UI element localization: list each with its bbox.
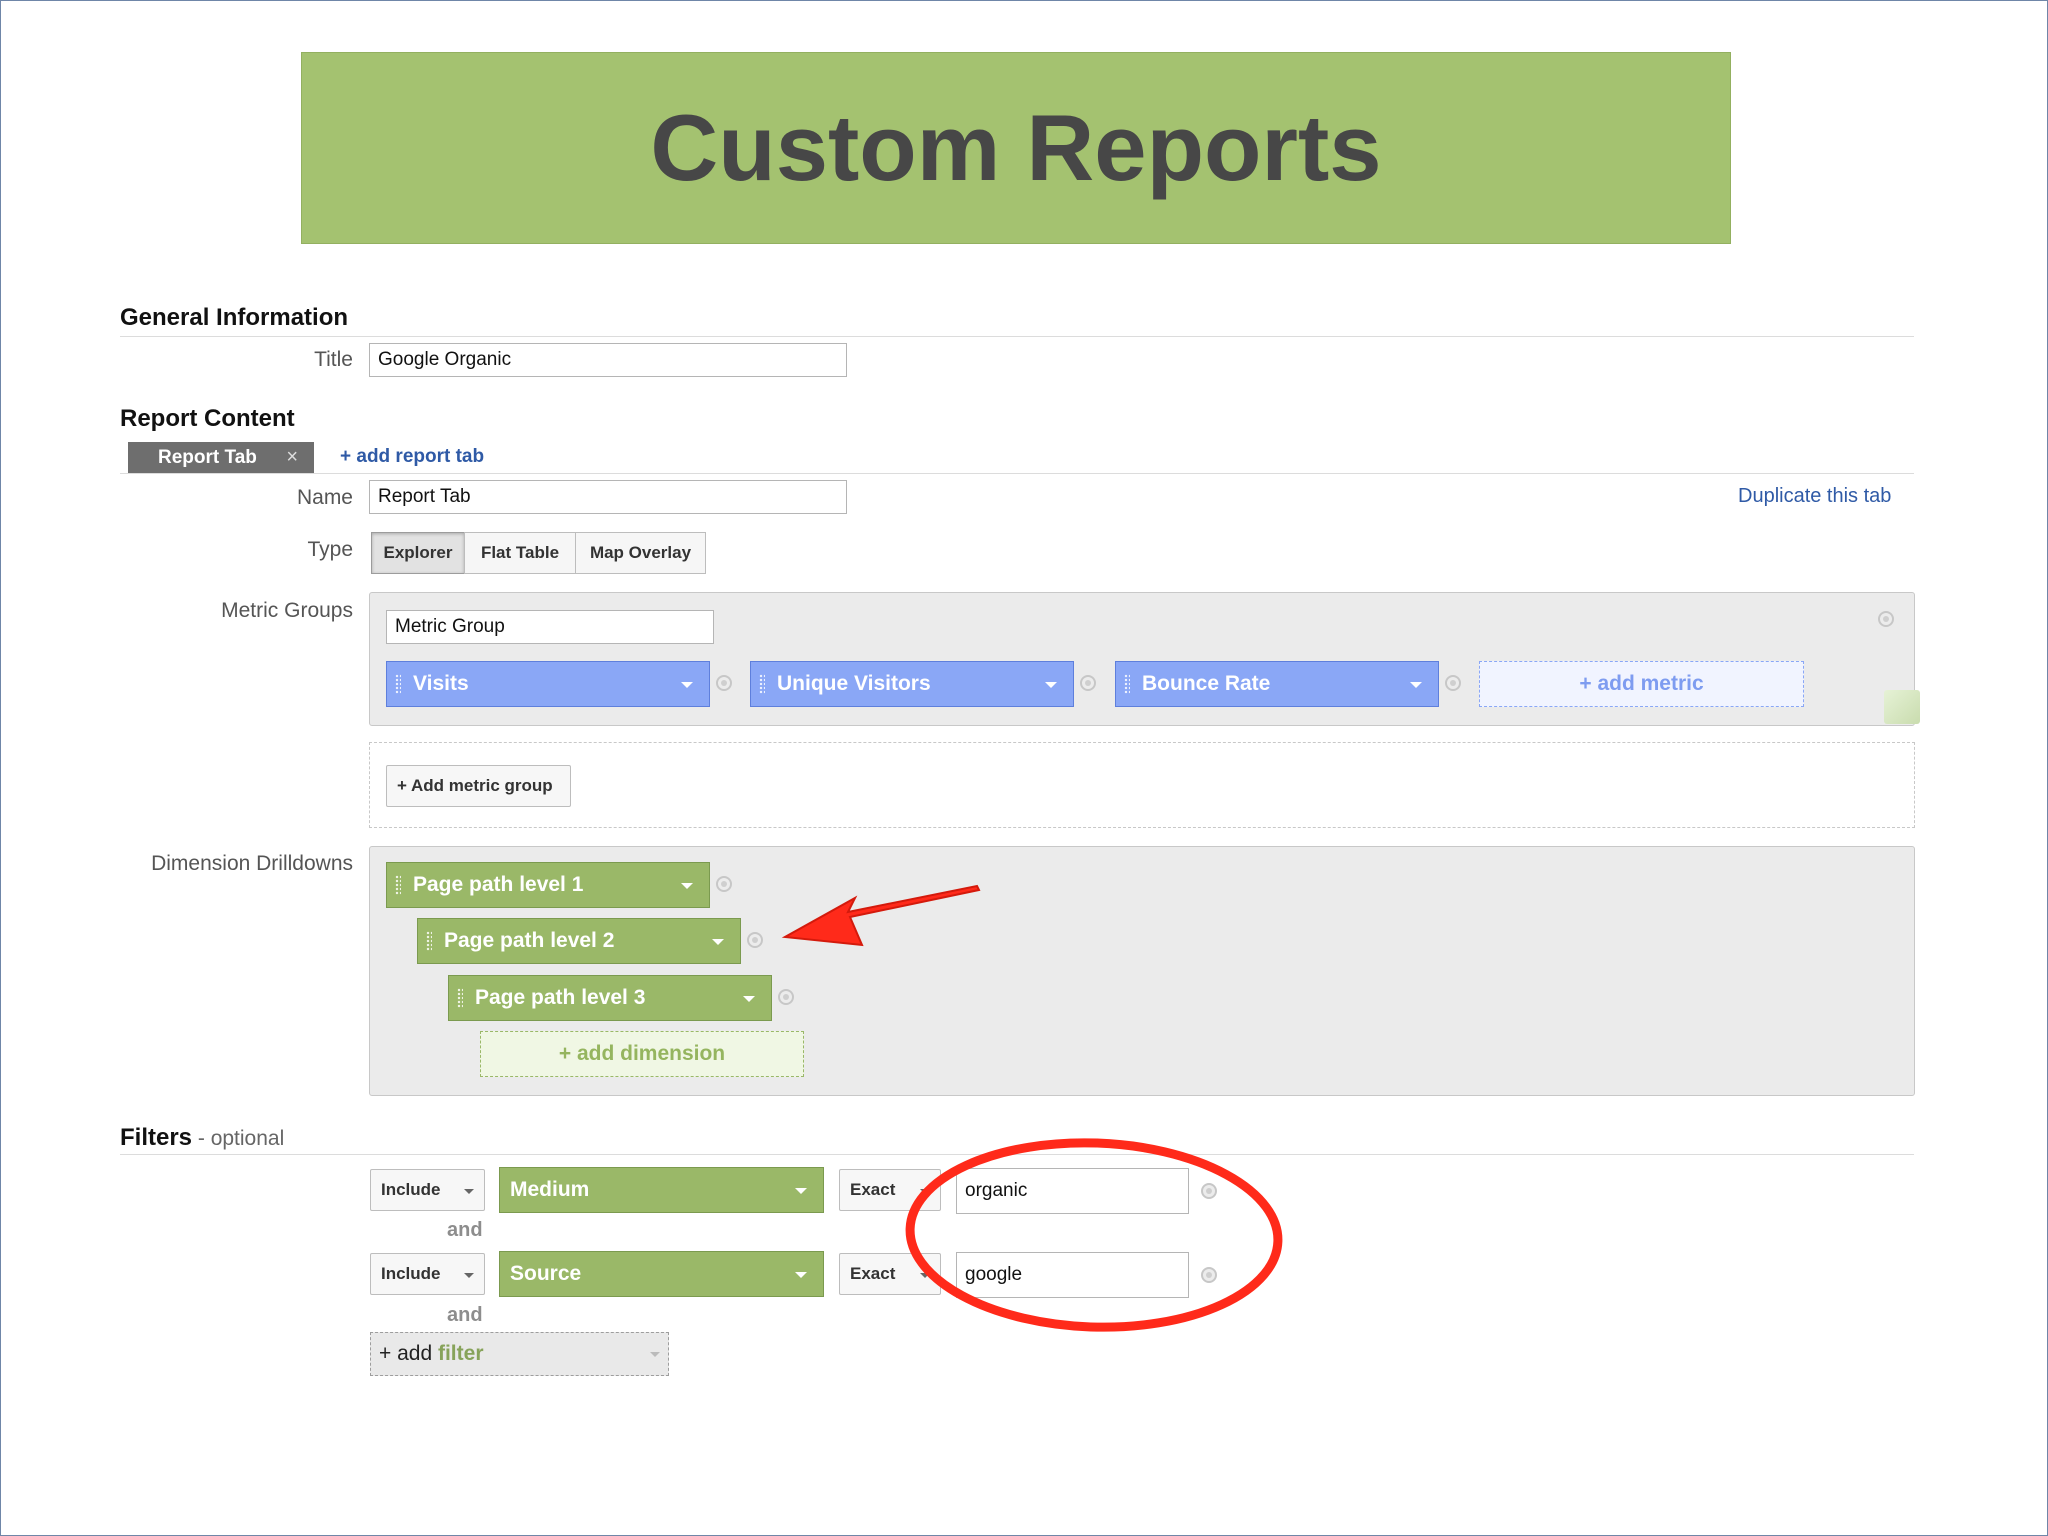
red-circle-annotation: [905, 1138, 1283, 1332]
annotation-overlay: [781, 884, 1283, 1332]
red-arrow-annotation: [781, 884, 981, 947]
